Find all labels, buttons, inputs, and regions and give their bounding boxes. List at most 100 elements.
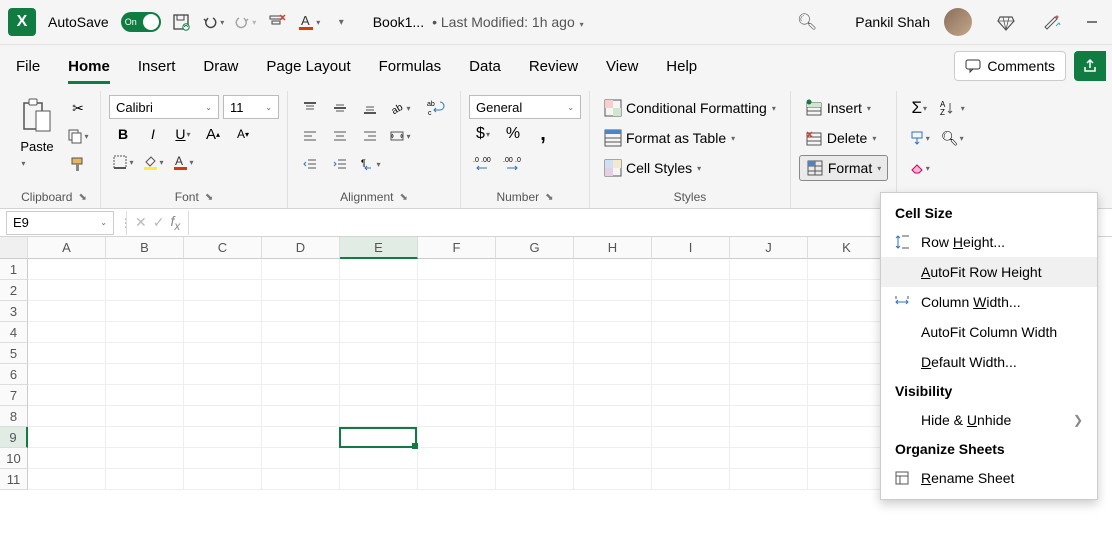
- bold-button[interactable]: B: [109, 121, 137, 147]
- cell[interactable]: [28, 343, 106, 364]
- cell[interactable]: [574, 469, 652, 490]
- col-header[interactable]: C: [184, 237, 262, 259]
- cell[interactable]: [28, 364, 106, 385]
- cell[interactable]: [496, 364, 574, 385]
- menu-hide-unhide[interactable]: Hide & Unhide ❯: [881, 405, 1097, 435]
- accounting-format-icon[interactable]: $▾: [469, 121, 497, 147]
- cell[interactable]: [808, 343, 886, 364]
- cell[interactable]: [340, 364, 418, 385]
- cell[interactable]: [106, 343, 184, 364]
- cell[interactable]: [184, 364, 262, 385]
- cell[interactable]: [730, 343, 808, 364]
- cell[interactable]: [652, 280, 730, 301]
- cell[interactable]: [574, 259, 652, 280]
- cell[interactable]: [574, 385, 652, 406]
- number-dialog-launcher[interactable]: ⬊: [545, 192, 553, 203]
- fill-icon[interactable]: ▾: [905, 125, 933, 151]
- copy-icon[interactable]: ▾: [64, 123, 92, 149]
- format-painter-icon[interactable]: [64, 151, 92, 177]
- tab-file[interactable]: File: [16, 50, 40, 83]
- col-header[interactable]: I: [652, 237, 730, 259]
- cell[interactable]: [496, 259, 574, 280]
- cell[interactable]: [730, 448, 808, 469]
- menu-rename-sheet[interactable]: Rename Sheet: [881, 463, 1097, 493]
- cell[interactable]: [730, 280, 808, 301]
- row-header[interactable]: 9: [0, 427, 28, 448]
- autosave-toggle[interactable]: On: [121, 12, 161, 32]
- cell[interactable]: [418, 469, 496, 490]
- row-header[interactable]: 5: [0, 343, 28, 364]
- cell[interactable]: [652, 322, 730, 343]
- col-header[interactable]: H: [574, 237, 652, 259]
- cell[interactable]: [574, 364, 652, 385]
- name-box[interactable]: E9⌄: [6, 211, 114, 235]
- cell[interactable]: [418, 343, 496, 364]
- font-color-button[interactable]: A▾: [169, 149, 197, 175]
- cell[interactable]: [28, 406, 106, 427]
- col-header[interactable]: D: [262, 237, 340, 259]
- italic-button[interactable]: I: [139, 121, 167, 147]
- cell[interactable]: [418, 427, 496, 448]
- cell[interactable]: [184, 280, 262, 301]
- document-name[interactable]: Book1...: [373, 14, 424, 30]
- cell[interactable]: [730, 385, 808, 406]
- cell[interactable]: [730, 406, 808, 427]
- cell[interactable]: [262, 280, 340, 301]
- cell[interactable]: [262, 259, 340, 280]
- sort-filter-icon[interactable]: AZ▾: [935, 95, 969, 121]
- menu-column-width[interactable]: Column Width...: [881, 287, 1097, 317]
- select-all-corner[interactable]: [0, 237, 28, 259]
- minimize-icon[interactable]: [1080, 10, 1104, 34]
- cell[interactable]: [574, 301, 652, 322]
- cell[interactable]: [652, 427, 730, 448]
- cell[interactable]: [808, 406, 886, 427]
- format-cells-button[interactable]: Format ▾: [799, 155, 888, 181]
- cell[interactable]: [340, 448, 418, 469]
- tab-page-layout[interactable]: Page Layout: [266, 50, 350, 83]
- cell[interactable]: [340, 343, 418, 364]
- premium-diamond-icon[interactable]: [996, 12, 1016, 32]
- cell[interactable]: [184, 301, 262, 322]
- cell[interactable]: [106, 406, 184, 427]
- cell[interactable]: [496, 280, 574, 301]
- menu-autofit-row-height[interactable]: AutoFit Row Height: [881, 257, 1097, 287]
- increase-decimal-icon[interactable]: .0.00: [469, 149, 497, 175]
- menu-default-width[interactable]: Default Width...: [881, 347, 1097, 377]
- cell[interactable]: [496, 343, 574, 364]
- cell[interactable]: [28, 427, 106, 448]
- cell[interactable]: [574, 280, 652, 301]
- row-header[interactable]: 4: [0, 322, 28, 343]
- underline-button[interactable]: U▾: [169, 121, 197, 147]
- tab-help[interactable]: Help: [666, 50, 697, 83]
- cell[interactable]: [262, 427, 340, 448]
- cell[interactable]: [652, 385, 730, 406]
- cell[interactable]: [808, 448, 886, 469]
- cell[interactable]: [262, 448, 340, 469]
- cell[interactable]: [262, 364, 340, 385]
- align-bottom-icon[interactable]: [356, 95, 384, 121]
- cell[interactable]: [496, 301, 574, 322]
- align-right-icon[interactable]: [356, 123, 384, 149]
- search-icon[interactable]: 🔍︎: [797, 12, 817, 32]
- cell[interactable]: [652, 364, 730, 385]
- cell[interactable]: [496, 448, 574, 469]
- col-header[interactable]: J: [730, 237, 808, 259]
- cell[interactable]: [184, 385, 262, 406]
- cell[interactable]: [262, 385, 340, 406]
- cell[interactable]: [808, 259, 886, 280]
- cell[interactable]: [28, 448, 106, 469]
- borders-button[interactable]: ▾: [109, 149, 137, 175]
- cell[interactable]: [418, 364, 496, 385]
- cell[interactable]: [808, 427, 886, 448]
- decrease-decimal-icon[interactable]: .00.0: [499, 149, 527, 175]
- cell[interactable]: [574, 322, 652, 343]
- tab-draw[interactable]: Draw: [203, 50, 238, 83]
- last-modified[interactable]: • Last Modified: 1h ago ▾: [432, 14, 584, 30]
- cell[interactable]: [730, 301, 808, 322]
- cell[interactable]: [28, 322, 106, 343]
- cell[interactable]: [808, 364, 886, 385]
- cell[interactable]: [28, 385, 106, 406]
- cell[interactable]: [808, 301, 886, 322]
- cell[interactable]: [808, 280, 886, 301]
- cell[interactable]: [184, 427, 262, 448]
